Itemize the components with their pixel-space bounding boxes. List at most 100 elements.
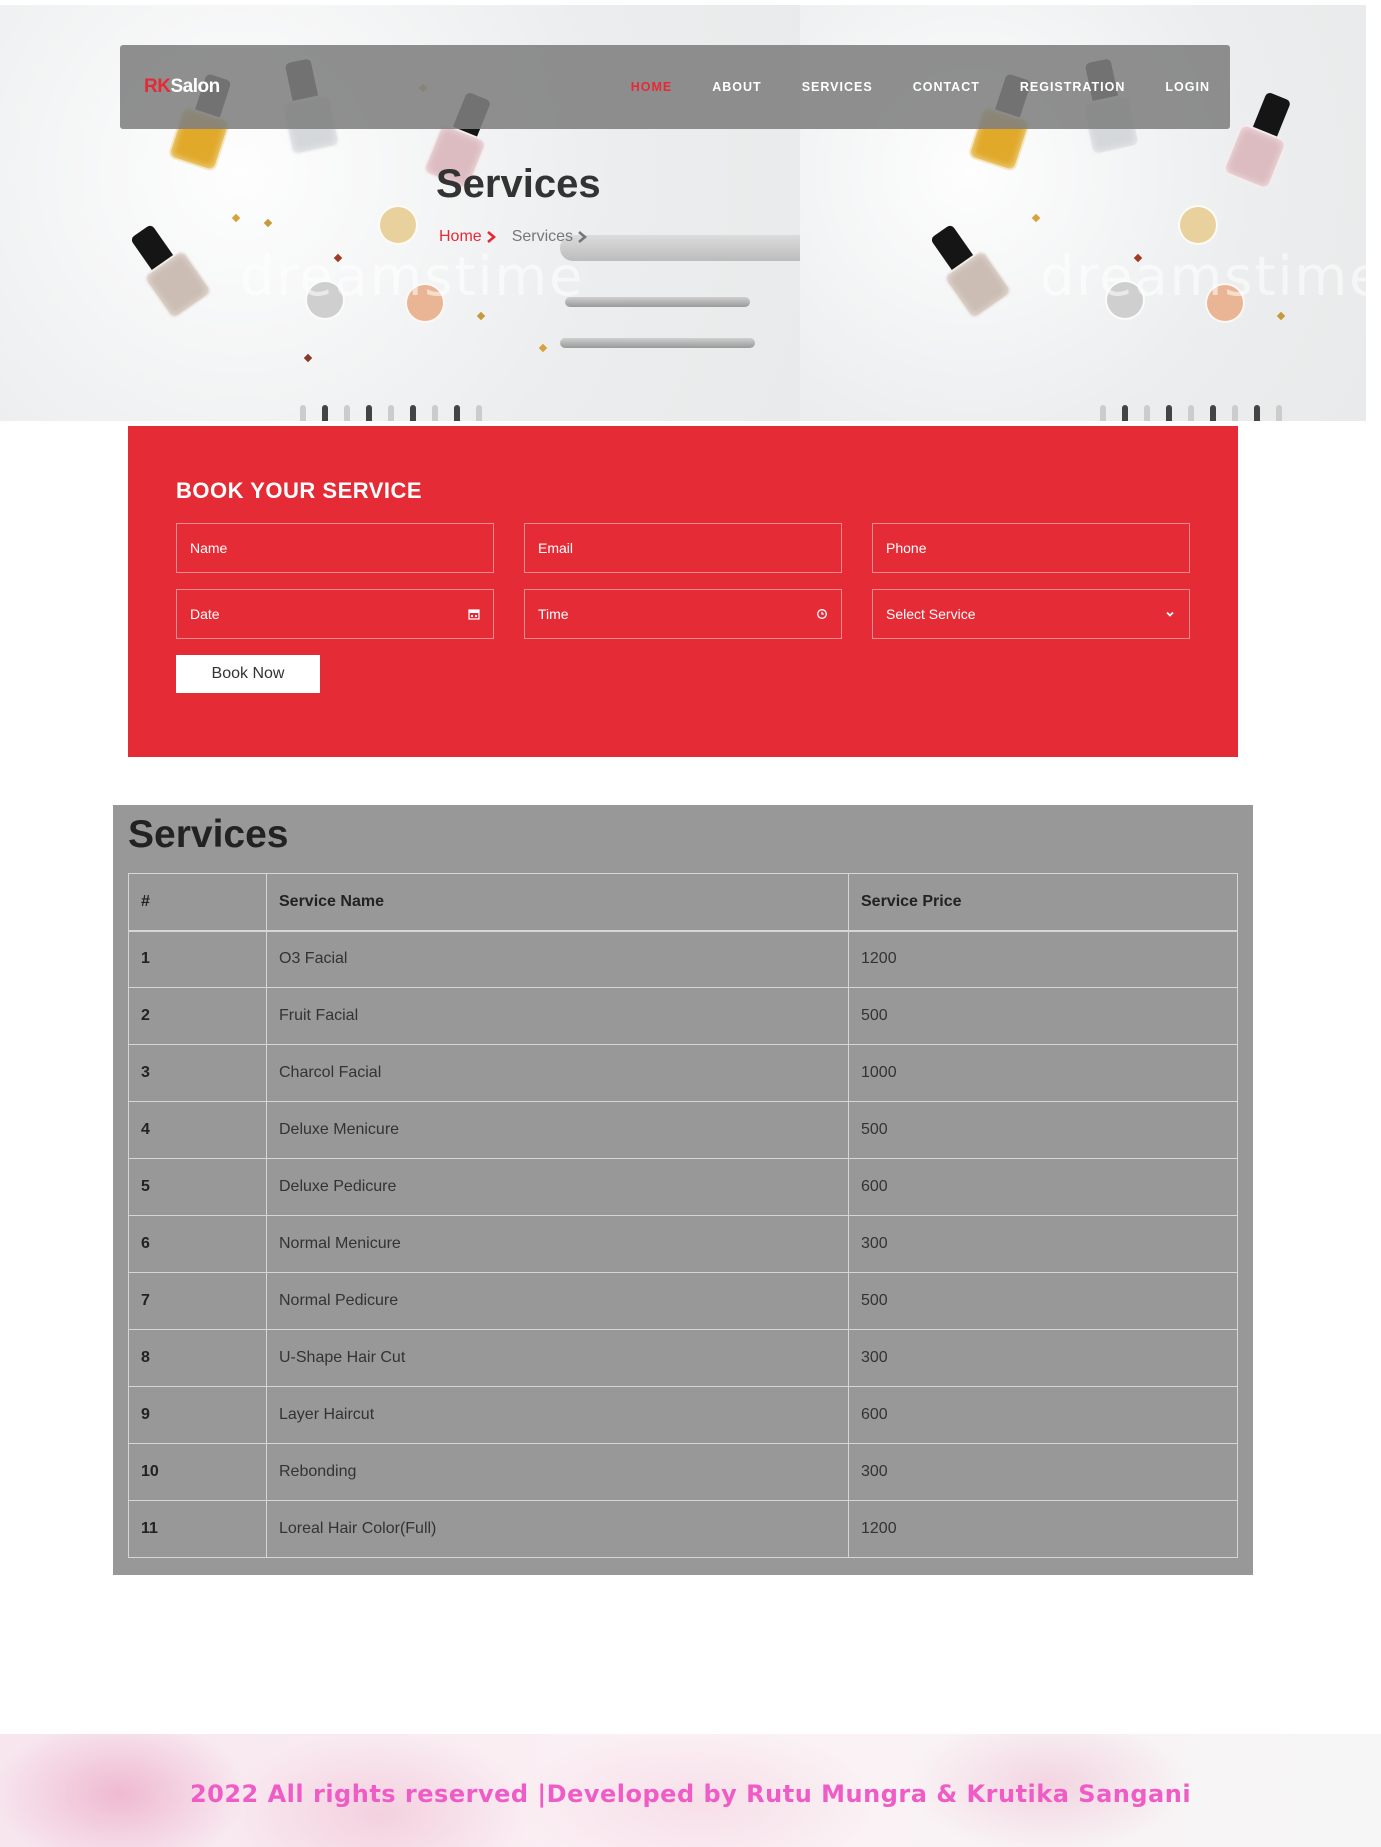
row-service-price: 500 (848, 987, 1238, 1045)
row-num: 2 (128, 987, 267, 1045)
row-service-price: 500 (848, 1272, 1238, 1330)
row-service-price: 1200 (848, 930, 1238, 988)
booking-title: BOOK YOUR SERVICE (176, 478, 423, 503)
row-num: 5 (128, 1158, 267, 1216)
row-service-price: 600 (848, 1158, 1238, 1216)
name-field[interactable]: Name (176, 523, 494, 573)
row-num: 11 (128, 1500, 267, 1558)
table-row: 9 Layer Haircut 600 (128, 1386, 1238, 1444)
time-field[interactable]: Time (524, 589, 842, 639)
row-service-name: Rebonding (266, 1443, 849, 1501)
row-num: 3 (128, 1044, 267, 1102)
row-service-name: Charcol Facial (266, 1044, 849, 1102)
table-row: 2 Fruit Facial 500 (128, 987, 1238, 1045)
header-num: # (128, 873, 267, 932)
chevron-right-icon (578, 231, 588, 243)
row-service-price: 300 (848, 1443, 1238, 1501)
table-row: 6 Normal Menicure 300 (128, 1215, 1238, 1273)
table-row: 3 Charcol Facial 1000 (128, 1044, 1238, 1102)
nail-file (560, 235, 800, 261)
row-service-name: Loreal Hair Color(Full) (266, 1500, 849, 1558)
table-row: 10 Rebonding 300 (128, 1443, 1238, 1501)
nail-polish-bottle (118, 216, 215, 322)
service-select-value: Select Service (886, 606, 976, 622)
row-num: 9 (128, 1386, 267, 1444)
nav-contact[interactable]: CONTACT (913, 80, 980, 94)
row-num: 10 (128, 1443, 267, 1501)
nail-polish-bottle (918, 216, 1015, 322)
phone-field-placeholder: Phone (886, 540, 927, 556)
services-table: # Service Name Service Price 1 O3 Facial 1… (128, 873, 1238, 1558)
date-field[interactable]: Date (176, 589, 494, 639)
row-service-price: 300 (848, 1215, 1238, 1273)
breadcrumb-home-link[interactable]: Home (439, 228, 482, 246)
table-row: 11 Loreal Hair Color(Full) 1200 (128, 1500, 1238, 1558)
row-service-name: U-Shape Hair Cut (266, 1329, 849, 1387)
nav-login[interactable]: LOGIN (1165, 80, 1210, 94)
table-header-row: # Service Name Service Price (128, 873, 1238, 932)
nav-about[interactable]: ABOUT (712, 80, 761, 94)
header-service-price: Service Price (848, 873, 1238, 932)
header-service-name: Service Name (266, 873, 849, 932)
service-select[interactable]: Select Service (872, 589, 1190, 639)
email-field-placeholder: Email (538, 540, 574, 556)
cuticle-tool (560, 338, 755, 348)
calendar-icon[interactable] (468, 608, 480, 620)
clock-icon[interactable] (816, 608, 828, 620)
phone-field[interactable]: Phone (872, 523, 1190, 573)
row-num: 6 (128, 1215, 267, 1273)
glitter-jar (1178, 205, 1218, 245)
nav-services[interactable]: SERVICES (802, 80, 873, 94)
row-service-name: Normal Pedicure (266, 1272, 849, 1330)
email-field[interactable]: Email (524, 523, 842, 573)
row-service-price: 300 (848, 1329, 1238, 1387)
nav-home[interactable]: HOME (631, 80, 673, 94)
row-num: 4 (128, 1101, 267, 1159)
row-service-price: 1200 (848, 1500, 1238, 1558)
decorative-pins (1100, 405, 1298, 421)
glitter-jar (378, 205, 418, 245)
cuticle-tool (565, 297, 750, 307)
watermark: dreamstime (1040, 245, 1366, 308)
chevron-down-icon (1166, 611, 1174, 617)
breadcrumb: Home Services (439, 228, 589, 246)
row-service-name: Deluxe Pedicure (266, 1158, 849, 1216)
table-row: 8 U-Shape Hair Cut 300 (128, 1329, 1238, 1387)
row-num: 7 (128, 1272, 267, 1330)
main-nav: HOME ABOUT SERVICES CONTACT REGISTRATION… (591, 80, 1210, 94)
chevron-right-icon (486, 231, 496, 243)
decorative-pins (300, 405, 498, 421)
row-service-name: Normal Menicure (266, 1215, 849, 1273)
brand-logo-rk: RK (144, 76, 171, 97)
services-heading: Services (128, 813, 289, 856)
booking-form: BOOK YOUR SERVICE Name Email Phone Date … (128, 426, 1238, 757)
row-service-name: Layer Haircut (266, 1386, 849, 1444)
book-now-button[interactable]: Book Now (176, 655, 320, 693)
top-navbar: RKSalon HOME ABOUT SERVICES CONTACT REGI… (120, 45, 1230, 129)
nail-polish-bottle (1220, 86, 1305, 192)
table-row: 5 Deluxe Pedicure 600 (128, 1158, 1238, 1216)
page-title: Services (436, 162, 601, 206)
table-row: 4 Deluxe Menicure 500 (128, 1101, 1238, 1159)
footer: 2022 All rights reserved |Developed by R… (0, 1734, 1381, 1847)
page: dreamstime dreamstime RKSalon HOME ABOUT… (0, 0, 1381, 1847)
watermark: dreamstime (240, 245, 585, 308)
row-num: 8 (128, 1329, 267, 1387)
date-field-placeholder: Date (190, 606, 220, 622)
row-service-price: 600 (848, 1386, 1238, 1444)
row-service-price: 500 (848, 1101, 1238, 1159)
brand-logo[interactable]: RKSalon (144, 76, 220, 98)
row-service-name: Fruit Facial (266, 987, 849, 1045)
breadcrumb-current: Services (511, 228, 574, 245)
table-row: 1 O3 Facial 1200 (128, 930, 1238, 988)
name-field-placeholder: Name (190, 540, 228, 556)
row-service-name: Deluxe Menicure (266, 1101, 849, 1159)
row-service-name: O3 Facial (266, 930, 849, 988)
footer-copyright: 2022 All rights reserved |Developed by R… (189, 1780, 1192, 1808)
time-field-placeholder: Time (538, 606, 569, 622)
nav-registration[interactable]: REGISTRATION (1020, 80, 1126, 94)
row-service-price: 1000 (848, 1044, 1238, 1102)
table-row: 7 Normal Pedicure 500 (128, 1272, 1238, 1330)
row-num: 1 (128, 930, 267, 988)
services-section: Services # Service Name Service Price 1O… (113, 805, 1253, 1575)
